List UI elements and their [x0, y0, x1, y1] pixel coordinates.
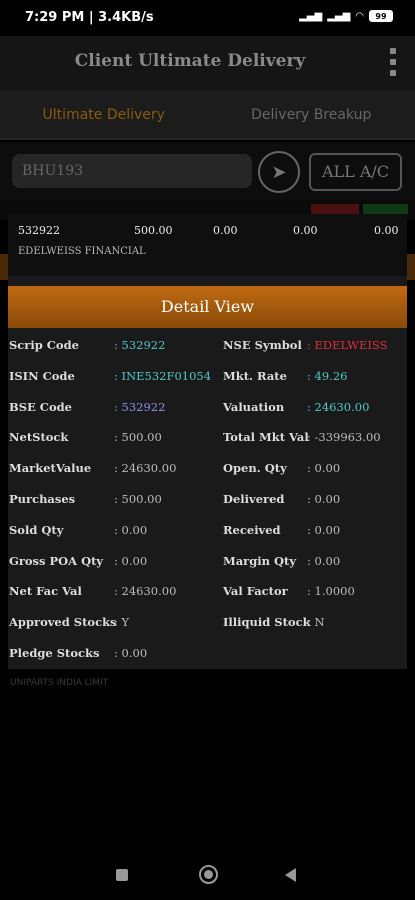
- back-icon[interactable]: [285, 868, 296, 882]
- detail-value: : 532922: [114, 399, 166, 414]
- background-list-item: UNIPARTS INDIA LIMIT: [10, 678, 109, 688]
- send-icon: ➤: [271, 161, 287, 183]
- detail-value: : EDELWEISS: [307, 338, 388, 352]
- send-button[interactable]: ➤: [258, 151, 300, 193]
- overflow-menu-icon[interactable]: [389, 48, 397, 76]
- detail-label: Scrip Code: [9, 338, 79, 352]
- summary-scrip-name: EDELWEISS FINANCIAL: [18, 246, 146, 257]
- background-green-chip: [363, 204, 408, 214]
- summary-value-4: 0.00: [374, 224, 399, 237]
- client-code-input[interactable]: [12, 154, 252, 188]
- detail-label: Illiquid Stock: [223, 615, 311, 630]
- detail-row: NetStock : 500.00 Total Mkt Val : -33996…: [8, 424, 407, 455]
- detail-value: : 0.00: [307, 491, 341, 506]
- detail-view-header: Detail View: [8, 286, 407, 328]
- summary-value-1: 500.00: [134, 224, 173, 237]
- detail-label: ISIN Code: [9, 368, 75, 383]
- detail-label: Margin Qty: [223, 553, 297, 568]
- detail-value: : 0.00: [307, 522, 341, 537]
- detail-value: : -339963.00: [307, 430, 381, 445]
- background-orange-edge: [0, 254, 8, 280]
- home-icon[interactable]: [199, 865, 218, 884]
- search-row: ➤ ALL A/C: [0, 142, 415, 200]
- app-bar: Client Ultimate Delivery: [0, 36, 415, 90]
- detail-label: Val Factor: [223, 584, 288, 599]
- detail-label: Total Mkt Val: [223, 430, 309, 445]
- background-orange-edge-right: [407, 254, 415, 280]
- detail-value: : N: [307, 615, 325, 630]
- detail-row: BSE Code : 532922 Valuation : 24630.00: [8, 394, 407, 425]
- detail-row: MarketValue : 24630.00 Open. Qty : 0.00: [8, 455, 407, 486]
- detail-label: Delivered: [223, 491, 285, 506]
- summary-value-2: 0.00: [213, 224, 238, 237]
- detail-label: Purchases: [9, 491, 76, 506]
- detail-row: Net Fac Val : 24630.00 Val Factor : 1.00…: [8, 578, 407, 609]
- system-nav-bar: [0, 850, 415, 900]
- detail-value: : 0.00: [114, 522, 148, 537]
- detail-value: : 0.00: [307, 461, 341, 476]
- page-title: Client Ultimate Delivery: [74, 51, 306, 71]
- detail-value: : 532922: [114, 338, 166, 352]
- background-red-chip: [311, 204, 359, 214]
- tab-delivery-breakup[interactable]: Delivery Breakup: [208, 90, 415, 138]
- detail-value: : 500.00: [114, 430, 162, 445]
- battery-icon: 99: [369, 10, 393, 22]
- tab-bar: Ultimate Delivery Delivery Breakup: [0, 90, 415, 140]
- detail-value: : INE532F01054: [114, 368, 212, 383]
- detail-label: NetStock: [9, 430, 69, 445]
- detail-label: MarketValue: [9, 461, 92, 476]
- detail-label: Mkt. Rate: [223, 368, 287, 383]
- detail-label: Sold Qty: [9, 522, 64, 537]
- detail-grid: Scrip Code : 532922 NSE Symbol : EDELWEI…: [8, 332, 407, 671]
- detail-label: Net Fac Val: [9, 584, 82, 599]
- detail-row: Pledge Stocks : 0.00: [8, 640, 407, 671]
- detail-row: ISIN Code : INE532F01054 Mkt. Rate : 49.…: [8, 363, 407, 394]
- summary-value-3: 0.00: [293, 224, 318, 237]
- all-accounts-button[interactable]: ALL A/C: [309, 153, 402, 191]
- detail-label: BSE Code: [9, 399, 72, 414]
- status-bar: 7:29 PM | 3.4KB/s ▂▄▆ ▂▄▆ ◠ 99: [0, 0, 415, 36]
- detail-value: : 500.00: [114, 491, 162, 506]
- summary-scrip-code: 532922: [18, 224, 60, 237]
- detail-value: : 0.00: [114, 645, 148, 660]
- detail-row: Purchases : 500.00 Delivered : 0.00: [8, 486, 407, 517]
- detail-label: NSE Symbol: [223, 338, 302, 352]
- summary-row[interactable]: 532922 500.00 0.00 0.00 0.00 EDELWEISS F…: [8, 214, 407, 276]
- signal-icon: ▂▄▆: [299, 10, 323, 22]
- signal-icon-2: ▂▄▆: [327, 10, 351, 22]
- detail-value: : 0.00: [307, 553, 341, 568]
- detail-value: : 24630.00: [307, 399, 370, 414]
- detail-label: Open. Qty: [223, 461, 287, 476]
- detail-dialog: 532922 500.00 0.00 0.00 0.00 EDELWEISS F…: [8, 214, 407, 669]
- detail-label: Valuation: [223, 399, 285, 414]
- detail-value: : Y: [114, 615, 130, 630]
- status-time: 7:29 PM | 3.4KB/s: [25, 10, 154, 25]
- detail-row: Gross POA Qty : 0.00 Margin Qty : 0.00: [8, 548, 407, 579]
- status-icons: ▂▄▆ ▂▄▆ ◠ 99: [299, 10, 393, 22]
- detail-label: Received: [223, 522, 281, 537]
- tab-ultimate-delivery[interactable]: Ultimate Delivery: [0, 90, 208, 138]
- detail-value: : 24630.00: [114, 461, 177, 476]
- detail-row: Scrip Code : 532922 NSE Symbol : EDELWEI…: [8, 332, 407, 363]
- wifi-icon: ◠: [355, 10, 364, 22]
- recents-icon[interactable]: [116, 869, 128, 881]
- detail-label: Gross POA Qty: [9, 553, 104, 568]
- detail-value: : 24630.00: [114, 584, 177, 599]
- detail-row: Sold Qty : 0.00 Received : 0.00: [8, 517, 407, 548]
- detail-row: Approved Stocks : Y Illiquid Stock : N: [8, 609, 407, 640]
- detail-label: Pledge Stocks: [9, 645, 100, 660]
- detail-label: Approved Stocks: [9, 615, 117, 630]
- detail-value: : 49.26: [307, 368, 348, 383]
- detail-value: : 0.00: [114, 553, 148, 568]
- detail-value: : 1.0000: [307, 584, 355, 599]
